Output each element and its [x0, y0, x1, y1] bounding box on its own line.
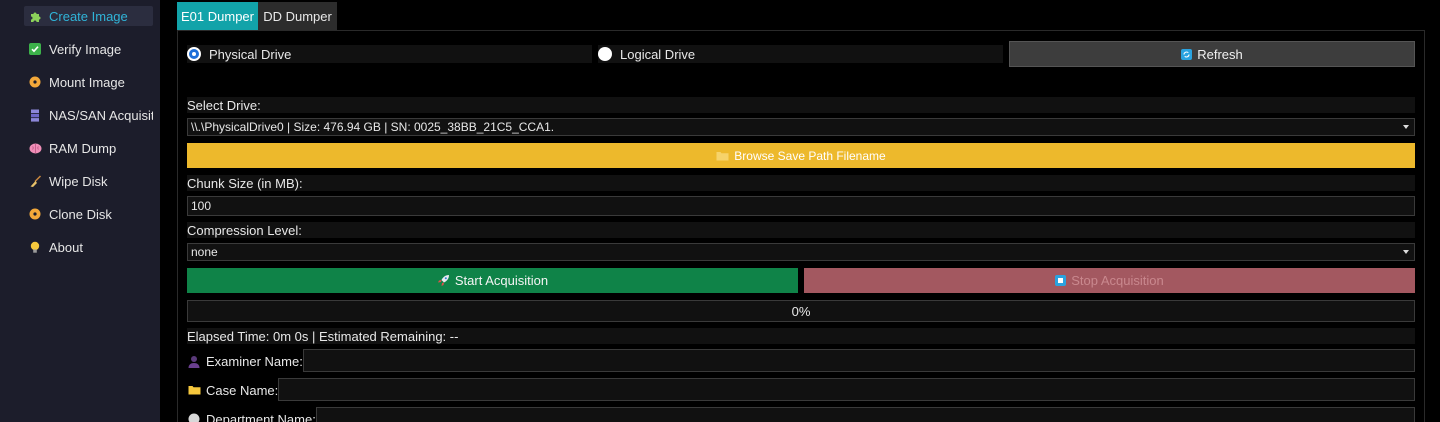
brain-icon — [28, 141, 42, 155]
disc-icon — [28, 75, 42, 89]
acquisition-progress-bar: 0% — [187, 300, 1415, 322]
stop-acquisition-button[interactable]: Stop Acquisition — [804, 268, 1415, 293]
select-drive-label: Select Drive: — [187, 97, 1415, 113]
sidebar-item-label: Mount Image — [49, 74, 125, 90]
broom-icon — [28, 174, 42, 188]
refresh-icon — [1181, 48, 1193, 60]
compression-level-select[interactable]: none — [187, 243, 1415, 261]
drive-select[interactable]: \\.\PhysicalDrive0 | Size: 476.94 GB | S… — [187, 118, 1415, 136]
sidebar-item-mount-image[interactable]: Mount Image — [24, 72, 153, 92]
sidebar-item-label: About — [49, 239, 83, 255]
main-panel: E01 Dumper DD Dumper Physical Drive Logi… — [160, 0, 1440, 422]
sidebar-item-nas-san[interactable]: NAS/SAN Acquisition — [24, 105, 153, 125]
sidebar-item-wipe-disk[interactable]: Wipe Disk — [24, 171, 153, 191]
case-name-label-row: Case Name: — [187, 381, 278, 399]
chunk-size-input[interactable]: 100 — [187, 196, 1415, 216]
sidebar-item-label: Wipe Disk — [49, 173, 108, 189]
refresh-label: Refresh — [1197, 46, 1243, 62]
physical-drive-option[interactable]: Physical Drive — [187, 45, 592, 63]
clone-disc-icon — [28, 207, 42, 221]
rocket-icon — [437, 274, 450, 287]
browse-label: Browse Save Path Filename — [734, 148, 886, 163]
folder-icon — [716, 151, 729, 161]
folder-icon — [187, 383, 201, 397]
logical-drive-radio[interactable] — [598, 47, 612, 61]
stop-acquisition-label: Stop Acquisition — [1071, 273, 1164, 288]
tab-dd-dumper[interactable]: DD Dumper — [258, 2, 337, 31]
lightbulb-icon — [28, 240, 42, 254]
checkmark-icon — [28, 42, 42, 56]
puzzle-icon — [28, 9, 42, 23]
progress-text: 0% — [791, 303, 811, 319]
compression-level-label: Compression Level: — [187, 222, 1415, 238]
department-name-label: Department Name: — [206, 411, 316, 422]
physical-drive-radio[interactable] — [187, 47, 201, 61]
examiner-name-input[interactable] — [303, 349, 1415, 372]
case-name-label: Case Name: — [206, 382, 279, 398]
examiner-name-label: Examiner Name: — [206, 353, 303, 369]
department-icon — [187, 412, 201, 422]
sidebar-item-label: RAM Dump — [49, 140, 117, 156]
stop-icon — [1055, 275, 1067, 286]
compression-level-value: none — [191, 245, 218, 259]
examiner-icon — [187, 354, 201, 368]
sidebar-item-label: Verify Image — [49, 41, 122, 57]
start-acquisition-button[interactable]: Start Acquisition — [187, 268, 798, 293]
sidebar-item-label: NAS/SAN Acquisition — [49, 107, 153, 123]
sidebar-item-label: Clone Disk — [49, 206, 112, 222]
chevron-down-icon — [1403, 125, 1409, 129]
sidebar-item-create-image[interactable]: Create Image — [24, 6, 153, 26]
sidebar-item-ram-dump[interactable]: RAM Dump — [24, 138, 153, 158]
case-name-input[interactable] — [278, 378, 1415, 401]
physical-drive-label: Physical Drive — [209, 46, 292, 62]
chevron-down-icon — [1403, 250, 1409, 254]
start-acquisition-label: Start Acquisition — [454, 273, 549, 288]
chunk-size-label: Chunk Size (in MB): — [187, 175, 1415, 191]
drive-select-value: \\.\PhysicalDrive0 | Size: 476.94 GB | S… — [191, 120, 555, 134]
logical-drive-option[interactable]: Logical Drive — [598, 45, 1003, 63]
browse-save-path-button[interactable]: Browse Save Path Filename — [187, 143, 1415, 168]
sidebar-item-label: Create Image — [49, 8, 128, 24]
examiner-name-label-row: Examiner Name: — [187, 352, 303, 370]
department-name-input[interactable] — [316, 407, 1415, 422]
sidebar-item-verify-image[interactable]: Verify Image — [24, 39, 153, 59]
refresh-button[interactable]: Refresh — [1009, 41, 1415, 67]
logical-drive-label: Logical Drive — [620, 46, 696, 62]
sidebar: Create Image Verify Image Mount Image NA… — [0, 0, 160, 422]
sidebar-item-about[interactable]: About — [24, 237, 153, 257]
sidebar-item-clone-disk[interactable]: Clone Disk — [24, 204, 153, 224]
department-name-label-row: Department Name: — [187, 410, 316, 422]
chunk-size-value: 100 — [191, 199, 212, 213]
tab-e01-dumper[interactable]: E01 Dumper — [177, 2, 258, 31]
elapsed-time-status: Elapsed Time: 0m 0s | Estimated Remainin… — [187, 328, 1415, 344]
server-icon — [28, 108, 42, 122]
